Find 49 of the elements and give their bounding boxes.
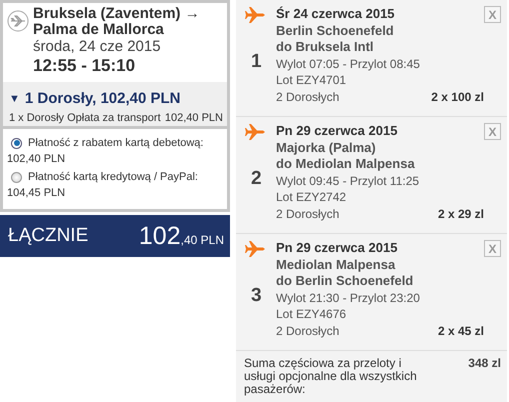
payment-amount: 102,40 PLN: [7, 153, 66, 165]
flight-code: Lot EZY4701: [276, 72, 348, 88]
flight-date: środa, 24 cze 2015: [33, 38, 162, 55]
close-button[interactable]: X: [484, 240, 501, 257]
route-origin: Bruksela (Zaventem) →: [33, 6, 200, 22]
passenger-count: 2 Dorosłych: [276, 88, 340, 105]
flight-date: Pn 29 czerwca 2015: [276, 123, 398, 140]
flight-number: 1: [251, 51, 262, 73]
flight-code: Lot EZY4676: [276, 306, 348, 322]
fare-label: 1 x Dorosły Opłata za transport: [9, 112, 161, 124]
airplane-icon: [244, 6, 266, 24]
passenger-count: 2 Dorosłych: [276, 322, 340, 339]
subtotal-value: 348 zl: [468, 357, 501, 372]
flight-times: Wylot 09:45 - Przylot 11:25: [276, 172, 420, 189]
flight-time: 12:55 - 15:10: [33, 55, 136, 77]
flight-price: 2 x 100 zl: [431, 88, 484, 105]
destination: do Bruksela Intl: [276, 39, 375, 56]
destination: do Mediolan Malpensa: [276, 156, 416, 172]
subtotal-label: Suma częściowa za przeloty i usługi opcjonalne dla wszystkich pasażerów:: [244, 357, 418, 396]
flight-date: Pn 29 czerwca 2015: [276, 240, 398, 256]
payment-label: Płatność z rabatem kartą debetową:: [28, 137, 204, 149]
radio-button[interactable]: [11, 138, 22, 148]
expand-toggle[interactable]: ▼: [9, 92, 20, 104]
flight-code: Lot EZY2742: [276, 189, 348, 206]
fare-amount: 102,40 PLN: [164, 112, 223, 124]
flight-times: Wylot 07:05 - Przylot 08:45: [276, 56, 421, 72]
close-button[interactable]: X: [484, 6, 501, 23]
payment-amount: 104,45 PLN: [7, 187, 66, 199]
close-button[interactable]: X: [484, 123, 501, 140]
flight-price: 2 x 29 zl: [438, 206, 484, 222]
flight-number: 2: [251, 168, 262, 190]
passenger-summary: 1 Dorosły, 102,40 PLN: [24, 90, 181, 107]
airplane-icon: [244, 123, 266, 141]
flight-price: 2 x 45 zl: [438, 322, 484, 339]
flight-number: 3: [251, 285, 262, 307]
payment-label: Płatność kartą kredytową / PayPal:: [28, 171, 198, 183]
airplane-icon: [244, 240, 266, 258]
total-amount: 102,40 PLN: [138, 222, 224, 250]
origin: Majorka (Palma): [276, 140, 377, 156]
total-label: ŁĄCZNIE: [8, 225, 88, 247]
flight-date: Śr 24 czerwca 2015: [276, 6, 396, 22]
airplane-icon: [7, 10, 29, 32]
destination: do Berlin Schoenefeld: [276, 273, 414, 290]
passenger-count: 2 Dorosłych: [276, 206, 340, 222]
flight-times: Wylot 21:30 - Przylot 23:20: [276, 290, 421, 306]
origin: Berlin Schoenefeld: [276, 22, 395, 39]
route-destination: Palma de Mallorca: [33, 22, 164, 38]
radio-button[interactable]: [11, 172, 22, 182]
origin: Mediolan Malpensa: [276, 256, 396, 273]
